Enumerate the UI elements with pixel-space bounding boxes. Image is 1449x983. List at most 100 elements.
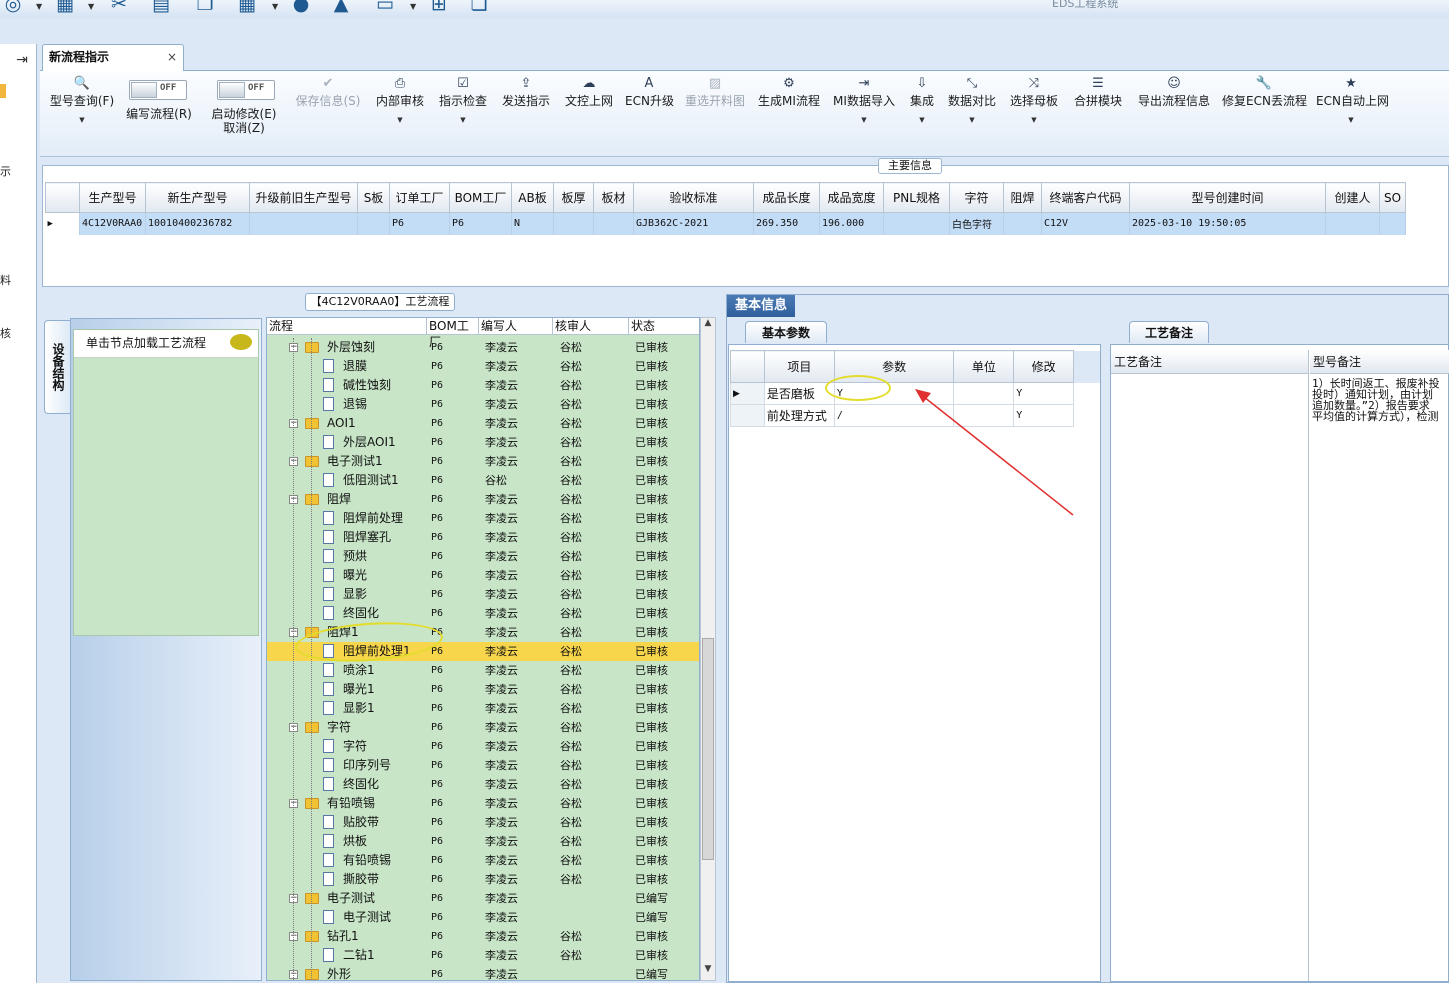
tree-row[interactable]: 撕胶带 P6 李凌云 谷松 已审核 [267, 870, 699, 889]
scroll-up-icon[interactable]: ▲ [701, 318, 715, 332]
tab-basic-params[interactable]: 基本参数 [745, 321, 827, 343]
tree-row[interactable]: − 外形 P6 李凌云 已编写 [267, 965, 699, 980]
tree-row[interactable]: 烘板 P6 李凌云 谷松 已审核 [267, 832, 699, 851]
tree-row[interactable]: − 字符 P6 李凌云 谷松 已审核 [267, 718, 699, 737]
query-button[interactable]: 🔍 型号查询(F) ▼ [46, 71, 118, 124]
write-flow-button[interactable]: 编写流程(R) [124, 107, 194, 121]
monitor-icon[interactable]: ▭ [374, 0, 396, 14]
tree-row[interactable]: 碱性蚀刻 P6 李凌云 谷松 已审核 [267, 376, 699, 395]
col-header[interactable]: 新生产型号 [145, 182, 250, 213]
cell[interactable]: C12V [1041, 212, 1130, 235]
tree-row[interactable]: − 有铅喷锡 P6 李凌云 谷松 已审核 [267, 794, 699, 813]
internal-review-button[interactable]: ⎙ 内部审核 ▼ [374, 71, 426, 124]
col-header-unit[interactable]: 单位 [953, 350, 1015, 383]
tree-row[interactable]: 电子测试 P6 李凌云 已编写 [267, 908, 699, 927]
col-header[interactable]: 终端客户代码 [1041, 182, 1130, 213]
tab-basic-info[interactable]: 基本信息 [727, 295, 795, 317]
col-header[interactable]: 生产型号 [79, 182, 146, 213]
load-flow-header[interactable]: 单击节点加载工艺流程 [74, 330, 258, 358]
tree-row[interactable]: − 外层蚀刻 P6 李凌云 谷松 已审核 [267, 338, 699, 357]
tree-row[interactable]: 二钻1 P6 李凌云 谷松 已审核 [267, 946, 699, 965]
chevron-down-icon[interactable]: ▼ [1008, 116, 1060, 124]
cell[interactable]: 白色字符 [949, 212, 1004, 235]
image-icon[interactable]: ▲ [330, 0, 352, 14]
cell[interactable]: P6 [389, 212, 450, 235]
tab-process-notes[interactable]: 工艺备注 [1129, 321, 1209, 343]
chevron-down-icon[interactable]: ▼ [410, 2, 416, 11]
tree-row[interactable]: − 电子测试 P6 李凌云 已编写 [267, 889, 699, 908]
vtab-equipment-structure[interactable]: 设备结构 [44, 320, 70, 414]
tree-row[interactable]: 曝光1 P6 李凌云 谷松 已审核 [267, 680, 699, 699]
chevron-down-icon[interactable]: ▼ [904, 116, 940, 124]
tree-row[interactable]: 有铅喷锡 P6 李凌云 谷松 已审核 [267, 851, 699, 870]
col-header[interactable]: AB板 [511, 182, 554, 213]
load-flow-box[interactable]: 单击节点加载工艺流程 [73, 329, 259, 636]
col-header-status[interactable]: 状态 [629, 318, 699, 335]
nav-item[interactable]: 示 [0, 163, 11, 179]
col-header[interactable]: S板 [357, 182, 390, 213]
document-icon[interactable]: ❏ [468, 0, 490, 14]
col-header-modify[interactable]: 修改 [1013, 350, 1075, 383]
col-header[interactable]: 阻焊 [1003, 182, 1042, 213]
data-compare-button[interactable]: ⤡ 数据对比 ▼ [946, 71, 998, 124]
reselect-chart-button[interactable]: ▨ 重选开料图 [683, 71, 747, 108]
table-row[interactable]: ▶ 4C12V0RAA0 10010400236782 P6 P6 N GJB362C-2… [45, 212, 1406, 235]
save-info-button[interactable]: ✔ 保存信息(S) [293, 71, 363, 108]
tree-row[interactable]: − 阻焊 P6 李凌云 谷松 已审核 [267, 490, 699, 509]
send-indication-button[interactable]: ⇪ 发送指示 [500, 71, 552, 108]
tree-row[interactable]: − 钻孔1 P6 李凌云 谷松 已审核 [267, 927, 699, 946]
nav-item[interactable]: 核 [0, 325, 11, 341]
cell[interactable]: GJB362C-2021 [633, 212, 754, 235]
cell[interactable]: 10010400236782 [145, 212, 250, 235]
model-notes-column[interactable]: 型号备注 1）长时间返工、报废补投 投时）通知计划，由计划 追加数量。”2）报告… [1310, 350, 1449, 981]
col-header[interactable]: 板厚 [553, 182, 594, 213]
tree-row[interactable]: 退锡 P6 李凌云 谷松 已审核 [267, 395, 699, 414]
cell[interactable]: 4C12V0RAA0 [79, 212, 146, 235]
col-header[interactable]: 升级前旧生产型号 [249, 182, 358, 213]
gen-mi-flow-button[interactable]: ⚙ 生成MI流程 [757, 71, 821, 108]
lifebuoy-icon[interactable]: ◎ [2, 0, 24, 14]
tree-row[interactable]: 印序列号 P6 李凌云 谷松 已审核 [267, 756, 699, 775]
select-mother-button[interactable]: ⤨ 选择母板 ▼ [1008, 71, 1060, 124]
tree-row[interactable]: 终固化 P6 李凌云 谷松 已审核 [267, 775, 699, 794]
windows-icon[interactable]: ⊞ [428, 0, 450, 14]
scroll-thumb[interactable] [702, 638, 714, 860]
col-header-bom[interactable]: BOM工厂 [427, 318, 479, 349]
repair-ecn-button[interactable]: 🔧 修复ECN丢流程 [1222, 71, 1307, 108]
col-header[interactable]: 成品长度 [753, 182, 820, 213]
tab-new-flow[interactable]: 新流程指示 × [42, 44, 184, 71]
film-icon[interactable]: ▤ [150, 0, 172, 14]
tree-row[interactable]: 终固化 P6 李凌云 谷松 已审核 [267, 604, 699, 623]
col-header-reviewer[interactable]: 核审人 [553, 318, 629, 335]
model-notes-text[interactable]: 1）长时间返工、报废补投 投时）通知计划，由计划 追加数量。”2）报告要求 平均… [1312, 378, 1449, 422]
write-flow-toggle[interactable]: OFF [129, 80, 187, 100]
nav-item[interactable]: 料 [0, 272, 11, 288]
chevron-down-icon[interactable]: ▼ [88, 2, 94, 11]
tree-row[interactable]: 显影1 P6 李凌云 谷松 已审核 [267, 699, 699, 718]
tree-row[interactable]: 阻焊前处理 P6 李凌云 谷松 已审核 [267, 509, 699, 528]
col-header-writer[interactable]: 编写人 [479, 318, 553, 335]
collapse-sidebar-icon[interactable]: ⇥ [12, 52, 32, 70]
check-indication-button[interactable]: ☑ 指示检查 ▼ [437, 71, 489, 124]
col-header[interactable]: 创建人 [1325, 182, 1380, 213]
col-header-item[interactable]: 项目 [763, 350, 835, 383]
tree-row[interactable]: 贴胶带 P6 李凌云 谷松 已审核 [267, 813, 699, 832]
col-header[interactable]: 成品宽度 [819, 182, 884, 213]
merge-module-button[interactable]: ☰ 合拼模块 [1072, 71, 1124, 108]
cell[interactable] [1003, 212, 1042, 235]
col-header[interactable]: BOM工厂 [449, 182, 512, 213]
col-header[interactable]: PNL规格 [883, 182, 950, 213]
ecn-upgrade-button[interactable]: A ECN升级 [625, 71, 674, 108]
cell[interactable] [883, 212, 950, 235]
cell[interactable] [553, 212, 594, 235]
cell[interactable]: 269.350 [753, 212, 820, 235]
chevron-down-icon[interactable]: ▼ [272, 2, 278, 11]
cell[interactable] [1379, 212, 1406, 235]
cell[interactable]: N [511, 212, 554, 235]
col-header[interactable]: 型号创建时间 [1129, 182, 1326, 213]
tree-row[interactable]: 喷涂1 P6 李凌云 谷松 已审核 [267, 661, 699, 680]
integrate-button[interactable]: ⇩ 集成 ▼ [904, 71, 940, 124]
scissors-icon[interactable]: ✂ [108, 0, 130, 14]
cell[interactable] [357, 212, 390, 235]
tree-row[interactable]: 显影 P6 李凌云 谷松 已审核 [267, 585, 699, 604]
